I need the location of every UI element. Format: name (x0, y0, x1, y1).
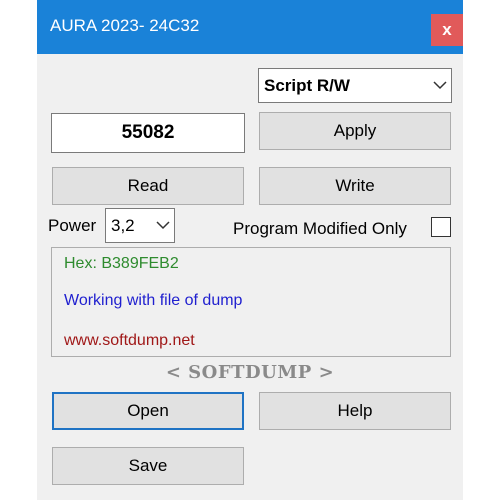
app-window: AURA 2023- 24C32 x Script R/W 55082 Appl… (37, 0, 463, 500)
power-select-value: 3,2 (111, 215, 135, 235)
apply-button[interactable]: Apply (259, 112, 451, 150)
close-button[interactable]: x (431, 14, 463, 46)
power-select[interactable]: 3,2 (105, 208, 175, 243)
brand-logo: < SOFTDUMP > (165, 362, 335, 383)
mode-select-value: Script R/W (264, 75, 350, 95)
program-modified-label: Program Modified Only (233, 219, 407, 238)
help-button[interactable]: Help (259, 392, 451, 430)
read-button[interactable]: Read (52, 167, 244, 205)
title-bar: AURA 2023- 24C32 x (37, 0, 463, 54)
chevron-down-icon (429, 81, 451, 90)
save-button[interactable]: Save (52, 447, 244, 485)
website-text: www.softdump.net (64, 332, 195, 349)
chevron-down-icon (152, 221, 174, 230)
open-button[interactable]: Open (52, 392, 244, 430)
program-modified-checkbox[interactable] (431, 217, 451, 237)
mode-select[interactable]: Script R/W (258, 68, 452, 103)
hex-value-text: Hex: B389FEB2 (64, 255, 179, 272)
write-button[interactable]: Write (259, 167, 451, 205)
status-text: Working with file of dump (64, 292, 243, 309)
info-panel: Hex: B389FEB2 Working with file of dump … (51, 247, 451, 357)
close-icon: x (442, 20, 452, 39)
value-display: 55082 (51, 113, 245, 153)
window-title: AURA 2023- 24C32 (50, 16, 200, 35)
power-label: Power (48, 216, 97, 235)
